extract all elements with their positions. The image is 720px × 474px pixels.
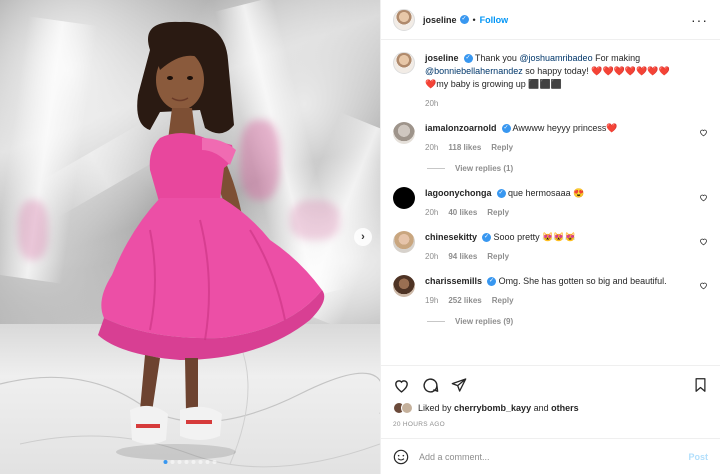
liked-by-others[interactable]: others: [551, 403, 579, 413]
caption-part: Thank you: [474, 53, 520, 63]
verified-icon: ✓: [487, 277, 497, 287]
timestamp: 19h: [425, 296, 439, 305]
caption-text: joseline ✓ Thank you @joshuamribadeo For …: [425, 52, 690, 91]
girl-in-pink-dress: [98, 21, 325, 460]
verified-icon: ✓: [463, 54, 473, 64]
carousel-dot: [212, 460, 217, 464]
verified-icon: ✓: [459, 15, 469, 24]
timestamp: 20h: [425, 143, 439, 152]
heart-icon[interactable]: [699, 193, 708, 202]
header-username[interactable]: joseline: [423, 15, 457, 25]
comment-item: chinesekitty ✓ Sooo pretty 😻😻😻 20h 94 lik…: [393, 231, 708, 261]
avatar[interactable]: [393, 187, 415, 209]
bookmark-icon[interactable]: [693, 377, 708, 393]
chevron-right-icon: ›: [361, 231, 365, 243]
carousel-dot: [163, 460, 168, 464]
comment-username[interactable]: iamalonzoarnold: [425, 123, 497, 133]
instagram-post: › joseline ✓ • Follow ··· joseline ✓ Tha…: [0, 0, 720, 474]
carousel-dot: [205, 460, 210, 464]
follow-button[interactable]: Follow: [480, 15, 509, 25]
comment-item: iamalonzoarnold ✓ Awwww heyyy princess❤️ …: [393, 122, 708, 152]
carousel-dot: [170, 460, 175, 464]
heart-icon[interactable]: [699, 281, 708, 290]
verified-icon: ✓: [496, 189, 506, 199]
post-header: joseline ✓ • Follow ···: [381, 0, 720, 40]
carousel-dot: [184, 460, 189, 464]
caption-meta: 20h: [425, 99, 690, 108]
caption-part: so happy today! ❤️❤️❤️❤️❤️❤️❤️: [522, 66, 670, 76]
view-replies-label: View replies (1): [455, 164, 514, 173]
carousel-dot: [191, 460, 196, 464]
liked-by-prefix: Liked by: [418, 403, 455, 413]
add-comment-bar: Post: [381, 438, 720, 474]
view-replies-label: View replies (9): [455, 317, 514, 326]
comment-input[interactable]: [419, 451, 689, 462]
avatar[interactable]: [393, 8, 415, 31]
mention-link[interactable]: @joshuamribadeo: [519, 53, 592, 63]
comment-text: Sooo pretty 😻😻😻: [493, 232, 576, 242]
timestamp: 20h: [425, 99, 439, 108]
carousel-dots: [163, 460, 217, 464]
verified-icon: ✓: [482, 233, 492, 243]
comment-text: que hermosaaa 😍: [508, 188, 585, 198]
comments-list[interactable]: joseline ✓ Thank you @joshuamribadeo For …: [381, 40, 720, 365]
avatar[interactable]: [393, 275, 415, 297]
avatar[interactable]: [393, 122, 415, 144]
comment-username[interactable]: chinesekitty: [425, 232, 477, 242]
view-replies-button[interactable]: View replies (9): [427, 317, 708, 326]
emoji-icon[interactable]: [393, 449, 409, 465]
reply-button[interactable]: Reply: [491, 143, 513, 152]
post-actions: Liked by cherrybomb_kayy and others 20 H…: [381, 365, 720, 428]
heart-icon[interactable]: [699, 237, 708, 246]
separator-dot: •: [472, 14, 476, 25]
carousel-next-button[interactable]: ›: [354, 228, 372, 246]
post-time-ago[interactable]: 20 HOURS AGO: [393, 421, 708, 428]
reply-button[interactable]: Reply: [487, 208, 509, 217]
comment-text: Awwww heyyy princess❤️: [512, 123, 618, 133]
reply-button[interactable]: Reply: [487, 252, 509, 261]
post-photo[interactable]: ›: [0, 0, 380, 474]
verified-icon: ✓: [501, 124, 511, 134]
heart-icon[interactable]: [699, 128, 708, 137]
comment-icon[interactable]: [422, 377, 439, 394]
likes-count[interactable]: 94 likes: [448, 252, 477, 261]
avatar[interactable]: [393, 231, 415, 253]
caption-username[interactable]: joseline: [425, 53, 459, 63]
mention-link[interactable]: @bonniebellahernandez: [425, 66, 523, 76]
caption-part: ❤️my baby is growing up ⬛⬛⬛: [425, 79, 562, 89]
comment-text: Omg. She has gotten so big and beautiful…: [498, 276, 667, 286]
post-side-panel: joseline ✓ • Follow ··· joseline ✓ Thank …: [380, 0, 720, 474]
reply-button[interactable]: Reply: [492, 296, 514, 305]
comment-username[interactable]: lagoonychonga: [425, 188, 492, 198]
liked-by: Liked by cherrybomb_kayy and others: [393, 402, 708, 414]
caption: joseline ✓ Thank you @joshuamribadeo For …: [393, 52, 708, 108]
view-replies-button[interactable]: View replies (1): [427, 164, 708, 173]
liked-by-user[interactable]: cherrybomb_kayy: [454, 403, 531, 413]
share-icon[interactable]: [451, 377, 467, 393]
avatar[interactable]: [393, 52, 415, 74]
carousel-dot: [177, 460, 182, 464]
post-comment-button[interactable]: Post: [688, 452, 708, 462]
liked-by-middle: and: [531, 403, 552, 413]
likes-count[interactable]: 40 likes: [448, 208, 477, 217]
carousel-dot: [198, 460, 203, 464]
timestamp: 20h: [425, 252, 439, 261]
avatar[interactable]: [401, 402, 413, 414]
timestamp: 20h: [425, 208, 439, 217]
likes-count[interactable]: 118 likes: [448, 143, 481, 152]
comment-username[interactable]: charissemills: [425, 276, 482, 286]
more-icon[interactable]: ···: [691, 13, 708, 27]
likes-count[interactable]: 252 likes: [448, 296, 481, 305]
comment-item: lagoonychonga ✓ que hermosaaa 😍 20h 40 li…: [393, 187, 708, 217]
caption-part: For making: [592, 53, 641, 63]
heart-icon[interactable]: [393, 377, 410, 394]
comment-item: charissemills ✓ Omg. She has gotten so bi…: [393, 275, 708, 305]
